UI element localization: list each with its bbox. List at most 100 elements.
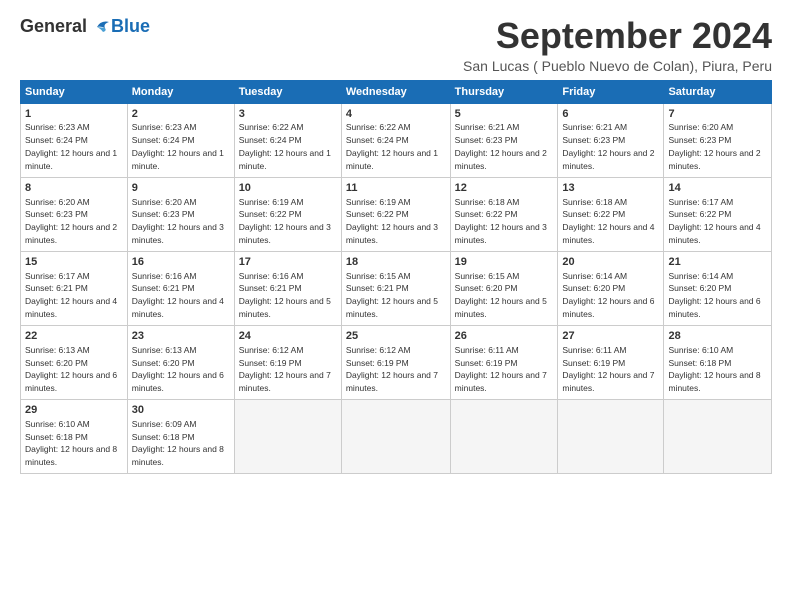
daylight-label: Daylight: 12 hours and 1 minute. (25, 148, 117, 171)
calendar-cell (664, 399, 772, 473)
day-number: 12 (455, 181, 554, 196)
calendar-cell: 8Sunrise: 6:20 AMSunset: 6:23 PMDaylight… (21, 177, 128, 251)
sunrise-info: Sunrise: 6:13 AM (25, 345, 90, 355)
calendar-cell: 16Sunrise: 6:16 AMSunset: 6:21 PMDayligh… (127, 251, 234, 325)
sunrise-info: Sunrise: 6:15 AM (346, 271, 411, 281)
day-number: 23 (132, 329, 230, 344)
daylight-label: Daylight: 12 hours and 6 minutes. (562, 296, 654, 319)
sunrise-info: Sunrise: 6:10 AM (668, 345, 733, 355)
calendar-cell (341, 399, 450, 473)
daylight-label: Daylight: 12 hours and 7 minutes. (346, 370, 438, 393)
sunset-info: Sunset: 6:20 PM (455, 283, 518, 293)
sunrise-info: Sunrise: 6:15 AM (455, 271, 520, 281)
calendar-cell: 26Sunrise: 6:11 AMSunset: 6:19 PMDayligh… (450, 325, 558, 399)
calendar-header-tuesday: Tuesday (234, 80, 341, 103)
logo: General Blue (20, 16, 150, 37)
calendar-header-wednesday: Wednesday (341, 80, 450, 103)
calendar-cell: 6Sunrise: 6:21 AM Sunset: 6:23 PM Daylight… (558, 103, 664, 177)
calendar-cell: 1Sunrise: 6:23 AMSunset: 6:24 PMDaylight… (21, 103, 128, 177)
calendar-cell: 14Sunrise: 6:17 AMSunset: 6:22 PMDayligh… (664, 177, 772, 251)
day-number: 30 (132, 403, 230, 418)
sunset-info: Sunset: 6:23 PM (562, 135, 625, 145)
day-number: 29 (25, 403, 123, 418)
sunset-info: Sunset: 6:23 PM (132, 209, 195, 219)
day-number: 21 (668, 255, 767, 270)
sunrise-info: Sunrise: 6:18 AM (562, 197, 627, 207)
daylight-label: Daylight: 12 hours and 2 minutes. (562, 148, 654, 171)
daylight-label: Daylight: 12 hours and 2 minutes. (25, 222, 117, 245)
day-number: 19 (455, 255, 554, 270)
sunset-info: Sunset: 6:22 PM (668, 209, 731, 219)
daylight-label: Daylight: 12 hours and 6 minutes. (132, 370, 224, 393)
daylight-label: Daylight: 12 hours and 3 minutes. (132, 222, 224, 245)
sunset-info: Sunset: 6:23 PM (668, 135, 731, 145)
daylight-label: Daylight: 12 hours and 8 minutes. (25, 444, 117, 467)
daylight-label: Daylight: 12 hours and 7 minutes. (455, 370, 547, 393)
sunrise-info: Sunrise: 6:19 AM (346, 197, 411, 207)
day-number: 20 (562, 255, 659, 270)
day-number: 3 (239, 107, 337, 122)
sunrise-info: Sunrise: 6:21 AM (562, 122, 627, 132)
daylight-label: Daylight: 12 hours and 7 minutes. (562, 370, 654, 393)
day-number: 16 (132, 255, 230, 270)
sunrise-info: Sunrise: 6:23 AM (132, 122, 197, 132)
calendar-cell: 12Sunrise: 6:18 AMSunset: 6:22 PMDayligh… (450, 177, 558, 251)
sunset-info: Sunset: 6:23 PM (455, 135, 518, 145)
sunrise-info: Sunrise: 6:14 AM (668, 271, 733, 281)
daylight-label: Daylight: 12 hours and 2 minutes. (455, 148, 547, 171)
daylight-label: Daylight: 12 hours and 4 minutes. (668, 222, 760, 245)
sunrise-info: Sunrise: 6:16 AM (132, 271, 197, 281)
sunrise-info: Sunrise: 6:14 AM (562, 271, 627, 281)
sunset-info: Sunset: 6:18 PM (132, 432, 195, 442)
title-section: September 2024 San Lucas ( Pueblo Nuevo … (463, 16, 772, 74)
sunrise-info: Sunrise: 6:20 AM (25, 197, 90, 207)
daylight-label: Daylight: 12 hours and 7 minutes. (239, 370, 331, 393)
sunset-info: Sunset: 6:19 PM (239, 358, 302, 368)
sunrise-info: Sunrise: 6:12 AM (239, 345, 304, 355)
sunrise-info: Sunrise: 6:22 AM (346, 122, 411, 132)
sunset-info: Sunset: 6:22 PM (239, 209, 302, 219)
sunrise-info: Sunrise: 6:12 AM (346, 345, 411, 355)
main-title: September 2024 (463, 16, 772, 56)
calendar-cell: 5Sunrise: 6:21 AMSunset: 6:23 PMDaylight… (450, 103, 558, 177)
sunset-info: Sunset: 6:21 PM (346, 283, 409, 293)
daylight-label: Daylight: 12 hours and 8 minutes. (668, 370, 760, 393)
sunset-info: Sunset: 6:22 PM (346, 209, 409, 219)
sunrise-info: Sunrise: 6:19 AM (239, 197, 304, 207)
calendar-header-monday: Monday (127, 80, 234, 103)
daylight-label: Daylight: 12 hours and 8 minutes. (132, 444, 224, 467)
sunrise-info: Sunrise: 6:21 AM (455, 122, 520, 132)
day-number: 8 (25, 181, 123, 196)
logo-blue-text: Blue (111, 16, 150, 37)
daylight-label: Daylight: 12 hours and 2 minutes. (668, 148, 760, 171)
day-number: 18 (346, 255, 446, 270)
sunset-info: Sunset: 6:24 PM (132, 135, 195, 145)
day-number: 4 (346, 107, 446, 122)
daylight-label: Daylight: 12 hours and 4 minutes. (562, 222, 654, 245)
sunset-info: Sunset: 6:20 PM (25, 358, 88, 368)
calendar-week-row: 1Sunrise: 6:23 AMSunset: 6:24 PMDaylight… (21, 103, 772, 177)
calendar-header-saturday: Saturday (664, 80, 772, 103)
sunset-info: Sunset: 6:24 PM (346, 135, 409, 145)
sunrise-info: Sunrise: 6:11 AM (562, 345, 626, 355)
calendar-cell: 28Sunrise: 6:10 AMSunset: 6:18 PMDayligh… (664, 325, 772, 399)
sunrise-info: Sunrise: 6:20 AM (132, 197, 197, 207)
sunset-info: Sunset: 6:20 PM (668, 283, 731, 293)
daylight-label: Daylight: 12 hours and 5 minutes. (455, 296, 547, 319)
sunset-info: Sunset: 6:21 PM (25, 283, 88, 293)
sunset-info: Sunset: 6:24 PM (25, 135, 88, 145)
day-number: 10 (239, 181, 337, 196)
day-number: 6 (562, 107, 659, 122)
sunrise-info: Sunrise: 6:22 AM (239, 122, 304, 132)
calendar-cell: 22Sunrise: 6:13 AMSunset: 6:20 PMDayligh… (21, 325, 128, 399)
calendar-cell: 17Sunrise: 6:16 AMSunset: 6:21 PMDayligh… (234, 251, 341, 325)
daylight-label: Daylight: 12 hours and 3 minutes. (455, 222, 547, 245)
calendar-cell: 9Sunrise: 6:20 AMSunset: 6:23 PMDaylight… (127, 177, 234, 251)
day-number: 25 (346, 329, 446, 344)
calendar-cell: 20Sunrise: 6:14 AMSunset: 6:20 PMDayligh… (558, 251, 664, 325)
page: General Blue September 2024 San Lucas ( … (0, 0, 792, 612)
daylight-label: Daylight: 12 hours and 6 minutes. (668, 296, 760, 319)
calendar-cell: 7Sunrise: 6:20 AMSunset: 6:23 PMDaylight… (664, 103, 772, 177)
logo-bird-icon (89, 18, 111, 36)
daylight-label: Daylight: 12 hours and 5 minutes. (239, 296, 331, 319)
